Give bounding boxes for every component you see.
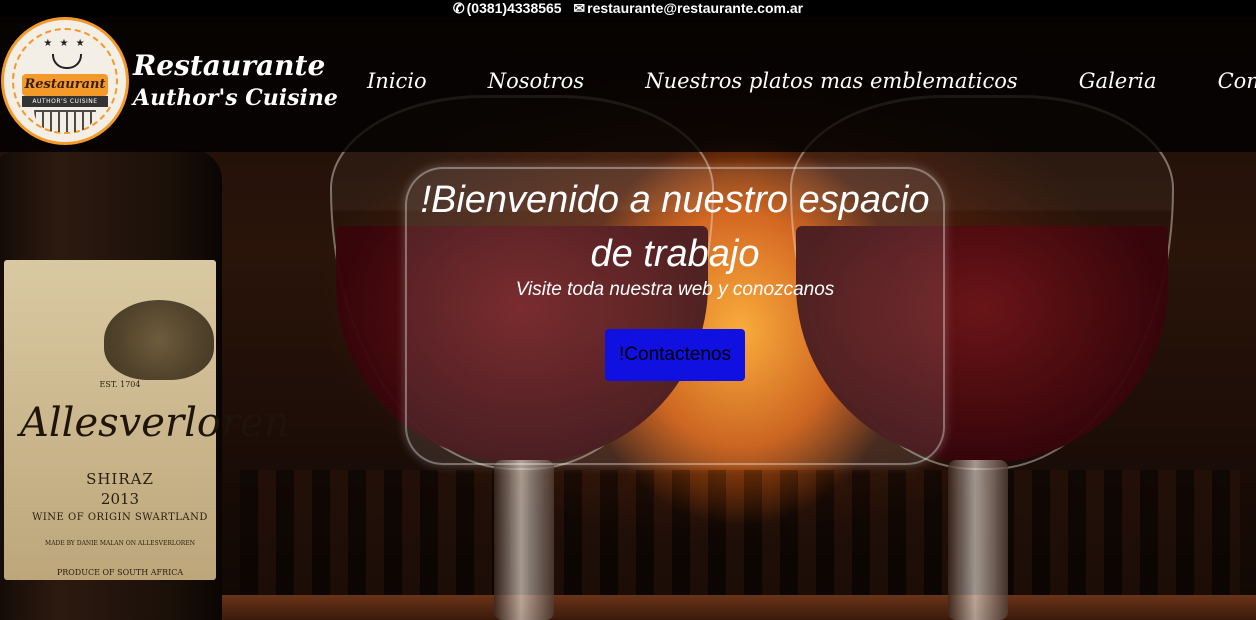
site-header: ★ ★ ★ Restaurant AUTHOR'S CUISINE Restau… bbox=[0, 17, 1256, 152]
contact-bar: ✆ (0381)4338565 ✉ restaurante@restaurante.… bbox=[0, 0, 1256, 17]
bottle-origin-text: WINE OF ORIGIN SWARTLAND bbox=[32, 512, 208, 523]
bottle-est-text: EST. 1704 bbox=[99, 380, 141, 389]
brand-name[interactable]: Restaurante Author's Cuisine bbox=[133, 49, 338, 113]
nav-item-inicio[interactable]: Inicio bbox=[367, 69, 427, 93]
nav-item-galeria[interactable]: Galeria bbox=[1079, 69, 1157, 93]
brand-line-1: Restaurante bbox=[133, 49, 326, 82]
nav-item-platos[interactable]: Nuestros platos mas emblematicos bbox=[645, 69, 1017, 93]
welcome-title: !Bienvenido a nuestro espacio de trabajo bbox=[420, 179, 930, 275]
welcome-subtitle: Visite toda nuestra web y conozcanos bbox=[515, 279, 835, 300]
bottle-crest-image bbox=[104, 300, 214, 380]
logo-subtitle: AUTHOR'S CUISINE bbox=[22, 96, 108, 107]
glass-stem-right bbox=[948, 460, 1008, 620]
email-address[interactable]: restaurante@restaurante.com.ar bbox=[587, 0, 803, 16]
bottle-variety-text: SHIRAZ bbox=[86, 470, 154, 488]
bottle-year-text: 2013 bbox=[100, 490, 140, 508]
bottle-maker-text: MADE BY DANIE MALAN ON ALLESVERLOREN bbox=[45, 540, 195, 547]
contact-button[interactable]: !Contactenos bbox=[605, 329, 745, 381]
phone-number[interactable]: (0381)4338565 bbox=[467, 0, 562, 16]
glass-stem-left bbox=[494, 460, 554, 620]
logo-banner: Restaurant bbox=[22, 74, 108, 96]
phone-icon: ✆ bbox=[452, 0, 465, 16]
bottle-brand-text: Allesverloren bbox=[20, 400, 290, 446]
bottle-produce-text: PRODUCE OF SOUTH AFRICA bbox=[56, 568, 184, 577]
main-nav: Inicio Nosotros Nuestros platos mas embl… bbox=[367, 69, 1256, 93]
page: EST. 1704 Allesverloren SHIRAZ 2013 WINE… bbox=[0, 0, 1256, 620]
fireplace-bricks bbox=[240, 470, 1240, 600]
nav-item-nosotros[interactable]: Nosotros bbox=[488, 69, 584, 93]
welcome-panel: !Bienvenido a nuestro espacio de trabajo… bbox=[405, 167, 945, 465]
restaurant-logo[interactable]: ★ ★ ★ Restaurant AUTHOR'S CUISINE bbox=[1, 17, 129, 145]
envelope-icon: ✉ bbox=[573, 0, 586, 16]
brand-line-2: Author's Cuisine bbox=[133, 85, 338, 111]
nav-item-contacto[interactable]: Contacto bbox=[1218, 69, 1256, 93]
logo-stars-icon: ★ ★ ★ bbox=[43, 38, 87, 49]
